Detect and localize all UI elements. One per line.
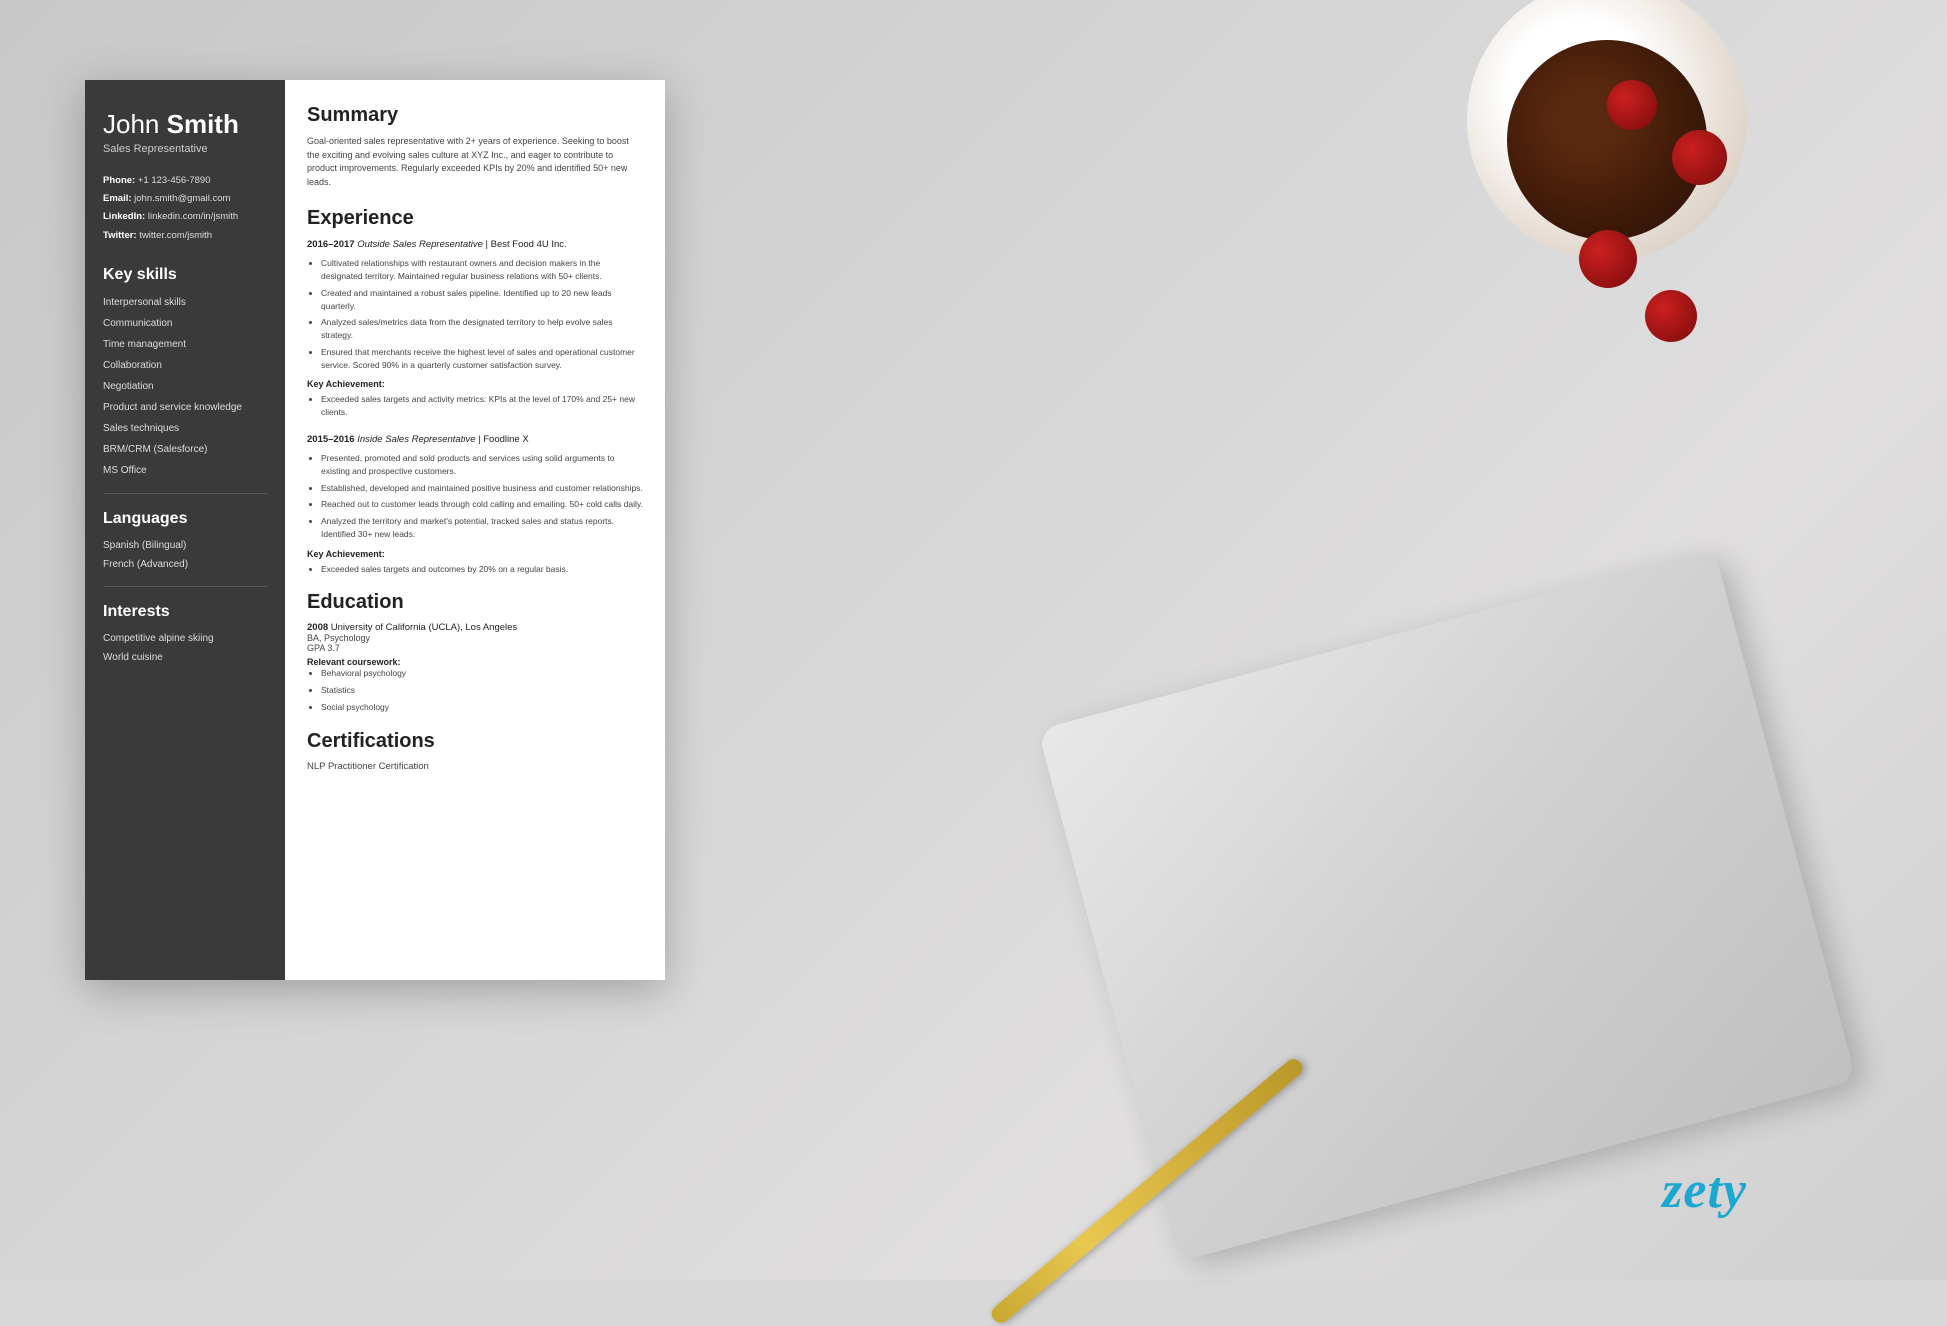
interests-list: Competitive alpine skiing World cuisine (103, 633, 267, 663)
edu-entry-1: 2008 University of California (UCLA), Lo… (307, 622, 643, 713)
candidate-title: Sales Representative (103, 143, 267, 155)
skill-communication: Communication (103, 317, 267, 330)
phone-contact: Phone: +1 123-456-7890 (103, 175, 267, 187)
exp-bullet-2-1: Presented, promoted and sold products an… (321, 452, 643, 478)
exp-years-1: 2016–2017 (307, 239, 355, 250)
sidebar-divider-1 (103, 493, 267, 494)
edu-school-name: University of California (UCLA), Los Ang… (331, 622, 517, 633)
last-name: Smith (167, 109, 239, 139)
cert-nlp: NLP Practitioner Certification (307, 761, 643, 772)
edu-year: 2008 (307, 622, 328, 633)
cherry-decoration-4 (1645, 290, 1697, 342)
first-name: John (103, 109, 167, 139)
exp-bullet-2-4: Analyzed the territory and market's pote… (321, 515, 643, 541)
summary-section: Summary Goal-oriented sales representati… (307, 104, 643, 189)
email-label: Email: (103, 193, 132, 204)
coursework-3: Social psychology (321, 701, 643, 714)
certifications-title: Certifications (307, 730, 643, 753)
interest-skiing: Competitive alpine skiing (103, 633, 267, 644)
exp-bullet-2-2: Established, developed and maintained po… (321, 482, 643, 495)
twitter-value: twitter.com/jsmith (139, 230, 212, 241)
languages-list: Spanish (Bilingual) French (Advanced) (103, 540, 267, 570)
coursework-2: Statistics (321, 684, 643, 697)
summary-title: Summary (307, 104, 643, 127)
exp-entry-1: 2016–2017 Outside Sales Representative |… (307, 238, 643, 419)
skill-interpersonal: Interpersonal skills (103, 296, 267, 309)
achievement-bullets-2: Exceeded sales targets and outcomes by 2… (307, 563, 643, 576)
achievement-label-1: Key Achievement: (307, 379, 643, 389)
achievement-label-2: Key Achievement: (307, 549, 643, 559)
edu-school-line: 2008 University of California (UCLA), Lo… (307, 622, 643, 633)
exp-role-2: Inside Sales Representative (357, 434, 475, 445)
linkedin-contact: LinkedIn: linkedin.com/in/jsmith (103, 211, 267, 223)
achievement-bullets-1: Exceeded sales targets and activity metr… (307, 393, 643, 419)
edu-coursework-list: Behavioral psychology Statistics Social … (307, 667, 643, 713)
certifications-section: Certifications NLP Practitioner Certific… (307, 730, 643, 772)
zety-logo: zety (1662, 1161, 1747, 1220)
resume-main: Summary Goal-oriented sales representati… (285, 80, 665, 980)
education-title: Education (307, 591, 643, 614)
resume-sidebar: John Smith Sales Representative Phone: +… (85, 80, 285, 980)
skill-sales-techniques: Sales techniques (103, 422, 267, 435)
exp-header-2: 2015–2016 Inside Sales Representative | … (307, 433, 643, 446)
exp-bullet-1-3: Analyzed sales/metrics data from the des… (321, 316, 643, 342)
skill-time-management: Time management (103, 338, 267, 351)
exp-bullets-1: Cultivated relationships with restaurant… (307, 257, 643, 371)
achievement-text-1: Exceeded sales targets and activity metr… (321, 393, 643, 419)
education-section: Education 2008 University of California … (307, 591, 643, 713)
sidebar-divider-2 (103, 586, 267, 587)
skills-section-title: Key skills (103, 266, 267, 284)
resume-document: John Smith Sales Representative Phone: +… (85, 80, 665, 980)
exp-bullet-1-1: Cultivated relationships with restaurant… (321, 257, 643, 283)
exp-bullet-1-2: Created and maintained a robust sales pi… (321, 287, 643, 313)
exp-separator-2: | Foodline X (478, 434, 529, 445)
cherry-decoration-3 (1579, 230, 1637, 288)
experience-title: Experience (307, 207, 643, 230)
exp-separator-1: | Best Food 4U Inc. (486, 239, 567, 250)
cherry-decoration-1 (1607, 80, 1657, 130)
lang-spanish: Spanish (Bilingual) (103, 540, 267, 551)
twitter-label: Twitter: (103, 230, 137, 241)
interest-cuisine: World cuisine (103, 652, 267, 663)
email-value: john.smith@gmail.com (134, 193, 230, 204)
skill-brm-crm: BRM/CRM (Salesforce) (103, 443, 267, 456)
exp-role-1: Outside Sales Representative (357, 239, 483, 250)
twitter-contact: Twitter: twitter.com/jsmith (103, 230, 267, 242)
exp-years-2: 2015–2016 (307, 434, 355, 445)
phone-label: Phone: (103, 175, 135, 186)
languages-section-title: Languages (103, 510, 267, 528)
skills-list: Interpersonal skills Communication Time … (103, 296, 267, 477)
linkedin-value: linkedin.com/in/jsmith (148, 211, 238, 222)
exp-entry-2: 2015–2016 Inside Sales Representative | … (307, 433, 643, 576)
candidate-name: John Smith (103, 110, 267, 139)
email-contact: Email: john.smith@gmail.com (103, 193, 267, 205)
exp-bullets-2: Presented, promoted and sold products an… (307, 452, 643, 541)
exp-bullet-1-4: Ensured that merchants receive the highe… (321, 346, 643, 372)
exp-header-1: 2016–2017 Outside Sales Representative |… (307, 238, 643, 251)
skill-ms-office: MS Office (103, 464, 267, 477)
phone-value: +1 123-456-7890 (138, 175, 211, 186)
edu-gpa: GPA 3.7 (307, 643, 643, 653)
interests-section-title: Interests (103, 603, 267, 621)
edu-coursework-label: Relevant coursework: (307, 657, 643, 667)
exp-bullet-2-3: Reached out to customer leads through co… (321, 498, 643, 511)
resume-body: John Smith Sales Representative Phone: +… (85, 80, 665, 980)
skill-negotiation: Negotiation (103, 380, 267, 393)
contact-section: Phone: +1 123-456-7890 Email: john.smith… (103, 175, 267, 242)
lang-french: French (Advanced) (103, 559, 267, 570)
edu-degree: BA, Psychology (307, 633, 643, 643)
experience-section: Experience 2016–2017 Outside Sales Repre… (307, 207, 643, 575)
skill-product-knowledge: Product and service knowledge (103, 401, 267, 414)
linkedin-label: LinkedIn: (103, 211, 145, 222)
skill-collaboration: Collaboration (103, 359, 267, 372)
cherry-decoration-2 (1672, 130, 1727, 185)
summary-text: Goal-oriented sales representative with … (307, 135, 643, 189)
coursework-1: Behavioral psychology (321, 667, 643, 680)
achievement-text-2: Exceeded sales targets and outcomes by 2… (321, 563, 643, 576)
